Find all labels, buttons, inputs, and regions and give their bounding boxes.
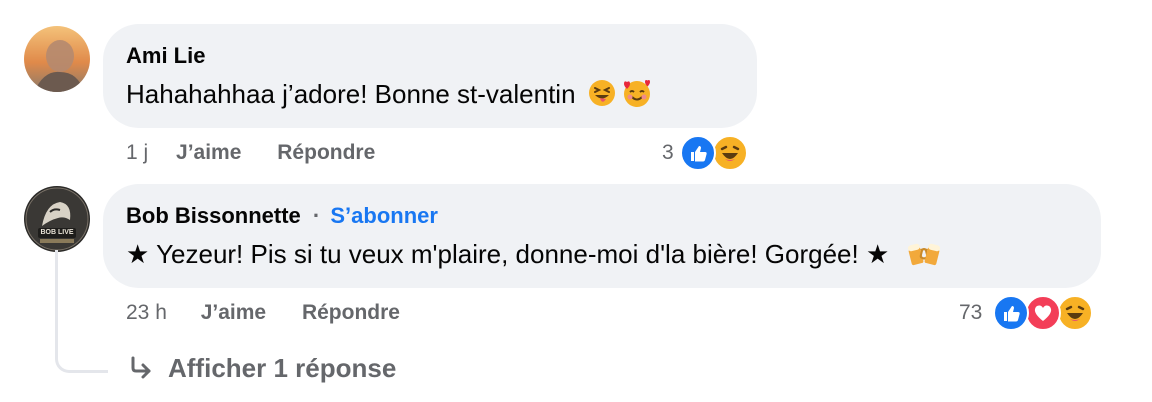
reply-button[interactable]: Répondre bbox=[277, 141, 375, 164]
separator-dot: · bbox=[312, 203, 321, 228]
comment-text-content: Hahahahhaa j’adore! Bonne st-valentin bbox=[126, 79, 576, 109]
comment-text: ★ Yezeur! Pis si tu veux m'plaire, donne… bbox=[126, 238, 941, 275]
comment-text-content: ★ Yezeur! Pis si tu veux m'plaire, donne… bbox=[126, 239, 890, 269]
thread-connector bbox=[55, 250, 108, 373]
smiling-hearts-emoji bbox=[621, 78, 653, 115]
like-button[interactable]: J’aime bbox=[176, 141, 241, 164]
like-icon bbox=[680, 135, 716, 171]
reaction-count: 73 bbox=[959, 301, 983, 324]
reply-button[interactable]: Répondre bbox=[302, 301, 400, 324]
view-replies-label: Afficher 1 réponse bbox=[168, 353, 397, 383]
comment-meta: 1 j J’aime Répondre bbox=[126, 140, 375, 166]
like-icon bbox=[993, 295, 1029, 331]
comment-time[interactable]: 1 j bbox=[126, 141, 148, 164]
view-replies-link[interactable]: Afficher 1 réponse bbox=[128, 351, 396, 389]
squinting-tongue-emoji bbox=[587, 78, 617, 115]
comment-header: Bob Bissonnette · S’abonner bbox=[126, 203, 438, 229]
avatar[interactable] bbox=[24, 26, 90, 92]
reaction-summary[interactable]: 73 bbox=[957, 293, 1097, 333]
haha-icon bbox=[1057, 295, 1093, 331]
comment-text: Hahahahhaa j’adore! Bonne st-valentin bbox=[126, 78, 653, 115]
reaction-count: 3 bbox=[662, 141, 674, 164]
comment-author[interactable]: Ami Lie bbox=[126, 43, 205, 69]
avatar-logo-text: BOB LIVE bbox=[40, 229, 74, 236]
clinking-beer-mugs-emoji bbox=[907, 238, 941, 275]
like-button[interactable]: J’aime bbox=[201, 301, 266, 324]
avatar[interactable]: BOB LIVE bbox=[24, 186, 90, 252]
love-icon bbox=[1025, 295, 1061, 331]
comment-author[interactable]: Bob Bissonnette bbox=[126, 203, 301, 228]
follow-button[interactable]: S’abonner bbox=[330, 203, 438, 228]
reaction-summary[interactable]: 3 bbox=[660, 133, 755, 173]
comment-meta: 23 h J’aime Répondre bbox=[126, 300, 400, 326]
reply-arrow-icon bbox=[128, 355, 154, 389]
haha-icon bbox=[712, 135, 748, 171]
comment-time[interactable]: 23 h bbox=[126, 301, 167, 324]
